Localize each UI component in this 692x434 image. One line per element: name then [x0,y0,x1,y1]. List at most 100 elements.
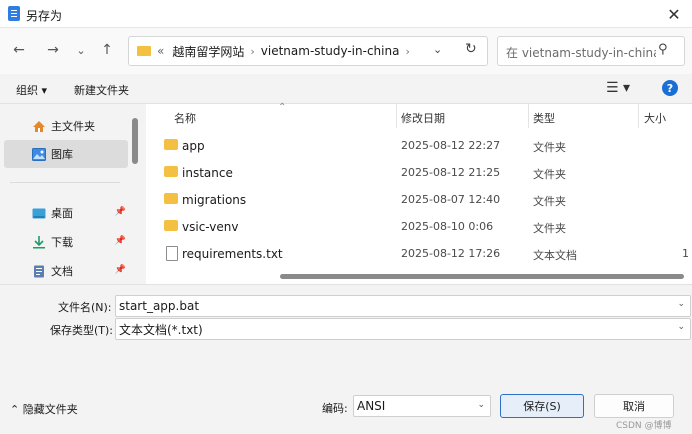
file-row[interactable]: requirements.txt 2025-08-12 17:26 文本文档 1 [146,240,692,267]
horizontal-scrollbar[interactable] [280,274,684,279]
search-box[interactable]: 在 vietnam-study-in-china 中搜索 ⚲ [497,36,685,66]
filetype-label: 保存类型(T): [50,324,114,337]
window-title: 另存为 [26,9,63,23]
home-icon [33,120,45,132]
chevron-down-icon[interactable]: ⌄ [477,400,485,410]
breadcrumb-chevron-icon: › [250,44,255,58]
sidebar-item-desktop[interactable]: 桌面 📌 [4,199,128,227]
back-button[interactable]: ← [8,39,30,61]
encoding-label: 编码: [322,402,348,415]
document-icon [34,265,44,277]
navigation-bar: ← → ⌄ ↑ « 越南留学网站 › vietnam-study-in-chin… [0,28,692,74]
pin-icon[interactable]: 📌 [115,265,126,275]
pin-icon[interactable]: 📌 [115,207,126,217]
up-button[interactable]: ↑ [96,39,118,61]
address-bar[interactable]: « 越南留学网站 › vietnam-study-in-china › ⌄ ↻ [128,36,488,66]
folder-icon [164,220,178,231]
sidebar-item-home[interactable]: 主文件夹 [4,112,128,140]
navigation-pane: 主文件夹 图库 桌面 📌 下载 📌 文档 📌 [0,104,140,284]
file-type: 文件夹 [533,195,566,208]
filename-input[interactable]: start_app.bat ⌄ [115,295,691,317]
filetype-select[interactable]: 文本文档(*.txt) ⌄ [115,318,691,340]
search-input[interactable]: 在 vietnam-study-in-china 中搜索 [506,44,656,61]
file-type: 文件夹 [533,141,566,154]
cancel-button[interactable]: 取消 [594,394,674,418]
organize-menu[interactable]: 组织 ▾ [16,82,47,98]
file-name: instance [182,166,233,180]
title-bar: 另存为 ✕ [0,0,692,28]
file-date: 2025-08-12 17:26 [401,247,501,260]
folder-icon [164,193,178,204]
pin-icon[interactable]: 📌 [115,236,126,246]
file-type: 文件夹 [533,168,566,181]
file-row[interactable]: vsic-venv 2025-08-10 0:06 文件夹 [146,213,692,240]
file-date: 2025-08-12 22:27 [401,139,501,152]
folder-icon [164,166,178,177]
address-overflow[interactable]: « [157,44,164,58]
save-button[interactable]: 保存(S) [500,394,584,418]
column-divider[interactable] [396,104,397,128]
file-type: 文件夹 [533,222,566,235]
file-list: 名称 ⌃ 修改日期 类型 大小 app 2025-08-12 22:27 文件夹… [146,102,692,284]
sidebar-scrollbar[interactable] [132,118,138,164]
address-dropdown-icon[interactable]: ⌄ [433,43,442,56]
notepad-icon [8,6,20,21]
filename-label: 文件名(N): [58,301,112,314]
folder-icon [164,139,178,150]
file-type: 文本文档 [533,249,577,262]
column-divider[interactable] [638,104,639,128]
sidebar-divider [10,182,120,183]
column-header-name[interactable]: 名称 [174,110,196,126]
breadcrumb-segment-2[interactable]: vietnam-study-in-china [261,44,400,58]
dialog-footer: ⌃ 隐藏文件夹 编码: ANSI ⌄ 保存(S) 取消 CSDN @博博 [0,380,692,434]
sidebar-item-downloads[interactable]: 下载 📌 [4,228,128,256]
hide-folders-button[interactable]: ⌃ 隐藏文件夹 [10,401,78,417]
breadcrumb-chevron-icon[interactable]: › [405,45,409,58]
view-options-button[interactable]: ☰ ▾ [606,80,630,96]
filename-value[interactable]: start_app.bat [119,299,199,313]
breadcrumb-segment-1[interactable]: 越南留学网站 [172,43,244,60]
save-form: 文件名(N): start_app.bat ⌄ 保存类型(T): 文本文档(*.… [0,284,692,380]
recent-locations-button[interactable]: ⌄ [70,39,92,61]
file-name: migrations [182,193,247,207]
refresh-icon[interactable]: ↻ [465,41,477,57]
folder-icon [137,46,151,56]
sidebar-item-label: 桌面 [51,207,73,220]
watermark: CSDN @博博 [616,421,672,431]
column-header-date[interactable]: 修改日期 [401,110,445,126]
command-bar: 组织 ▾ 新建文件夹 ☰ ▾ ? [0,74,692,104]
sort-ascending-icon: ⌃ [278,102,287,113]
file-name: vsic-venv [182,220,239,234]
file-name: app [182,139,205,153]
encoding-value[interactable]: ANSI [357,399,385,413]
forward-button[interactable]: → [42,39,64,61]
sidebar-item-documents[interactable]: 文档 📌 [4,257,128,285]
desktop-icon [32,208,46,218]
search-icon[interactable]: ⚲ [658,42,668,57]
sidebar-item-gallery[interactable]: 图库 [4,140,128,168]
close-button[interactable]: ✕ [656,0,692,28]
sidebar-item-label: 图库 [51,148,73,161]
new-folder-button[interactable]: 新建文件夹 [74,82,129,98]
encoding-select[interactable]: ANSI ⌄ [353,395,491,417]
file-row[interactable]: migrations 2025-08-07 12:40 文件夹 [146,186,692,213]
file-date: 2025-08-10 0:06 [401,220,494,233]
file-date: 2025-08-07 12:40 [401,193,501,206]
gallery-icon [32,147,46,161]
text-file-icon [166,246,178,261]
file-size: 1 [682,247,689,260]
chevron-down-icon[interactable]: ⌄ [677,299,685,309]
column-divider[interactable] [528,104,529,128]
file-row[interactable]: instance 2025-08-12 21:25 文件夹 [146,159,692,186]
file-name: requirements.txt [182,247,283,261]
file-row[interactable]: app 2025-08-12 22:27 文件夹 [146,132,692,159]
column-header-size[interactable]: 大小 [644,110,666,126]
sidebar-item-label: 主文件夹 [51,120,95,133]
download-icon [33,235,45,248]
file-date: 2025-08-12 21:25 [401,166,501,179]
chevron-down-icon[interactable]: ⌄ [677,322,685,332]
help-icon[interactable]: ? [662,80,678,96]
filetype-value[interactable]: 文本文档(*.txt) [119,321,203,338]
column-header-type[interactable]: 类型 [533,110,555,126]
sidebar-item-label: 下载 [51,236,73,249]
